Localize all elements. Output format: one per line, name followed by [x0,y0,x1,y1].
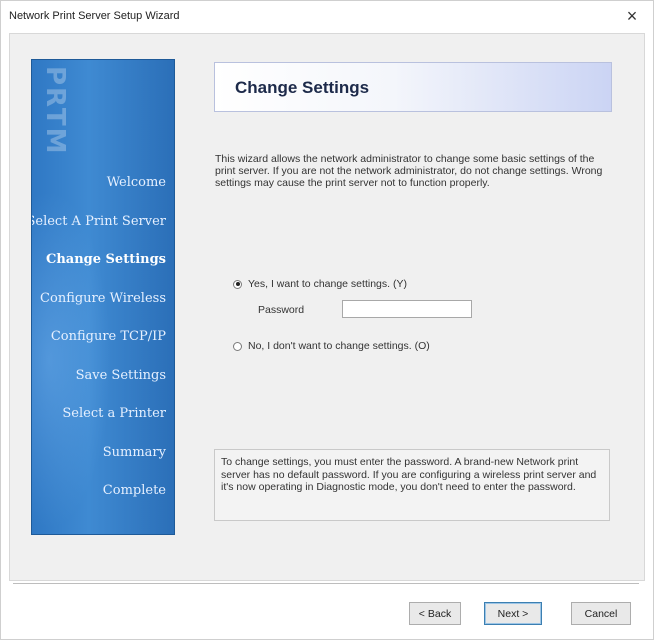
password-note: To change settings, you must enter the p… [214,449,610,521]
step-save-settings: Save Settings [75,367,166,383]
radio-yes[interactable] [233,279,242,289]
option-no-label: No, I don't want to change settings. (O) [248,340,430,352]
step-complete: Complete [102,483,166,498]
option-yes-label: Yes, I want to change settings. (Y) [248,278,407,290]
title-bar: Network Print Server Setup Wizard × [1,1,653,31]
back-button[interactable]: < Back [409,602,461,625]
cancel-button[interactable]: Cancel [571,602,631,625]
page-header: Change Settings [214,62,612,112]
close-icon[interactable]: × [617,5,647,27]
option-yes[interactable]: Yes, I want to change settings. (Y) [233,278,407,290]
wizard-window: Network Print Server Setup Wizard × PRTM… [0,0,654,640]
option-no[interactable]: No, I don't want to change settings. (O) [233,340,430,352]
step-select-print-server: Select A Print Server [31,213,166,229]
password-input[interactable] [342,300,472,318]
intro-text: This wizard allows the network administr… [215,153,603,189]
password-label: Password [258,304,305,316]
step-configure-wireless: Configure Wireless [40,290,166,306]
step-welcome: Welcome [106,175,166,190]
page-title: Change Settings [235,78,370,97]
step-select-printer: Select a Printer [62,406,166,421]
step-summary: Summary [102,444,166,460]
step-configure-tcpip: Configure TCP/IP [50,329,166,344]
window-title: Network Print Server Setup Wizard [9,10,180,22]
footer-separator [13,583,639,585]
next-button[interactable]: Next > [484,602,542,625]
step-change-settings: Change Settings [45,252,166,267]
steps-sidebar: PRTM Welcome Select A Print Server Chang… [31,59,175,535]
radio-no[interactable] [233,341,242,351]
step-list: Welcome Select A Print Server Change Set… [31,164,166,511]
